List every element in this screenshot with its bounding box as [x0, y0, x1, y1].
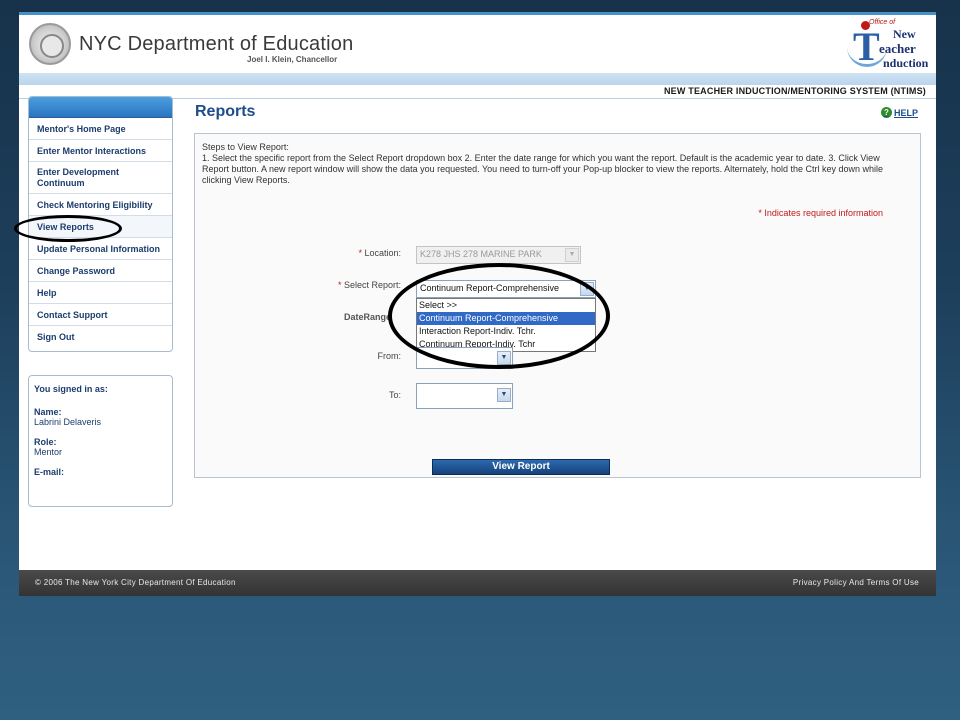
help-link[interactable]: ? HELP — [881, 107, 918, 118]
view-report-button[interactable]: View Report — [432, 459, 610, 475]
role-label: Role: — [34, 437, 57, 447]
location-value: K278 JHS 278 MARINE PARK — [420, 249, 542, 259]
help-label: HELP — [894, 107, 919, 118]
new-teacher-induction-logo: Office of T New eacher nduction — [845, 17, 931, 71]
city-seal-icon — [29, 23, 71, 65]
location-select[interactable]: K278 JHS 278 MARINE PARK ▼ — [416, 246, 581, 264]
sidebar-item-sign-out[interactable]: Sign Out — [29, 326, 172, 348]
sidebar-item-enter-mentor-interactions[interactable]: Enter Mentor Interactions — [29, 140, 172, 162]
select-report-label: Select Report: — [343, 280, 401, 290]
user-name: Labrini Delaveris — [34, 417, 102, 427]
to-label: To: — [388, 390, 401, 400]
required-star: * — [758, 208, 762, 218]
footer-copyright: © 2006 The New York City Department Of E… — [35, 578, 236, 587]
sidebar-item-contact-support[interactable]: Contact Support — [29, 304, 172, 326]
sidebar-item-mentors-home-page[interactable]: Mentor's Home Page — [29, 118, 172, 140]
privacy-policy-link[interactable]: Privacy Policy And Terms Of Use — [793, 578, 919, 587]
system-bar — [19, 73, 936, 85]
sidebar-item-check-mentoring-eligibility[interactable]: Check Mentoring Eligibility — [29, 194, 172, 216]
sidebar-item-help[interactable]: Help — [29, 282, 172, 304]
required-info-note: * Indicates required information — [735, 208, 883, 218]
user-info-panel: You signed in as: Name: Labrini Delaveri… — [28, 375, 173, 507]
date-range-label: DateRange — [343, 312, 391, 322]
highlight-ellipse-view-reports — [14, 215, 122, 242]
brand-title: NYC Department of Education — [79, 33, 354, 55]
chevron-down-icon: ▼ — [497, 388, 511, 402]
logo-word-induction: nduction — [883, 56, 929, 70]
sidebar-cap — [29, 97, 172, 118]
location-label-wrap: * Location: — [281, 248, 401, 258]
highlight-ellipse-report-dropdown — [388, 263, 610, 369]
signed-in-label: You signed in as: — [34, 384, 108, 394]
select-report-label-wrap: * Select Report: — [281, 280, 401, 290]
steps-instructions: Steps to View Report: 1. Select the spec… — [202, 142, 902, 186]
chevron-down-icon: ▼ — [565, 248, 579, 262]
location-label: Location: — [364, 248, 401, 258]
location-required-star: * — [358, 248, 362, 258]
steps-text: Steps to View Report: 1. Select the spec… — [202, 142, 884, 185]
sidebar-item-change-password[interactable]: Change Password — [29, 260, 172, 282]
required-note-text: Indicates required information — [764, 208, 883, 218]
name-label: Name: — [34, 407, 62, 417]
sidebar-item-enter-development-continuum[interactable]: Enter Development Continuum — [29, 162, 172, 194]
system-name: NEW TEACHER INDUCTION/MENTORING SYSTEM (… — [663, 86, 926, 96]
page-title: Reports — [195, 103, 256, 120]
user-role: Mentor — [34, 447, 63, 457]
logo-word-new: New — [893, 27, 916, 41]
select-report-required-star: * — [337, 280, 342, 290]
brand-subtitle: Joel I. Klein, Chancellor — [247, 55, 338, 64]
from-label: From: — [377, 351, 402, 361]
help-question-icon: ? — [881, 107, 892, 118]
email-label: E-mail: — [34, 467, 65, 477]
header: NYC Department of Education Joel I. Klei… — [19, 15, 936, 73]
to-date-select[interactable]: ▼ — [416, 383, 513, 409]
footer: © 2006 The New York City Department Of E… — [19, 570, 936, 596]
